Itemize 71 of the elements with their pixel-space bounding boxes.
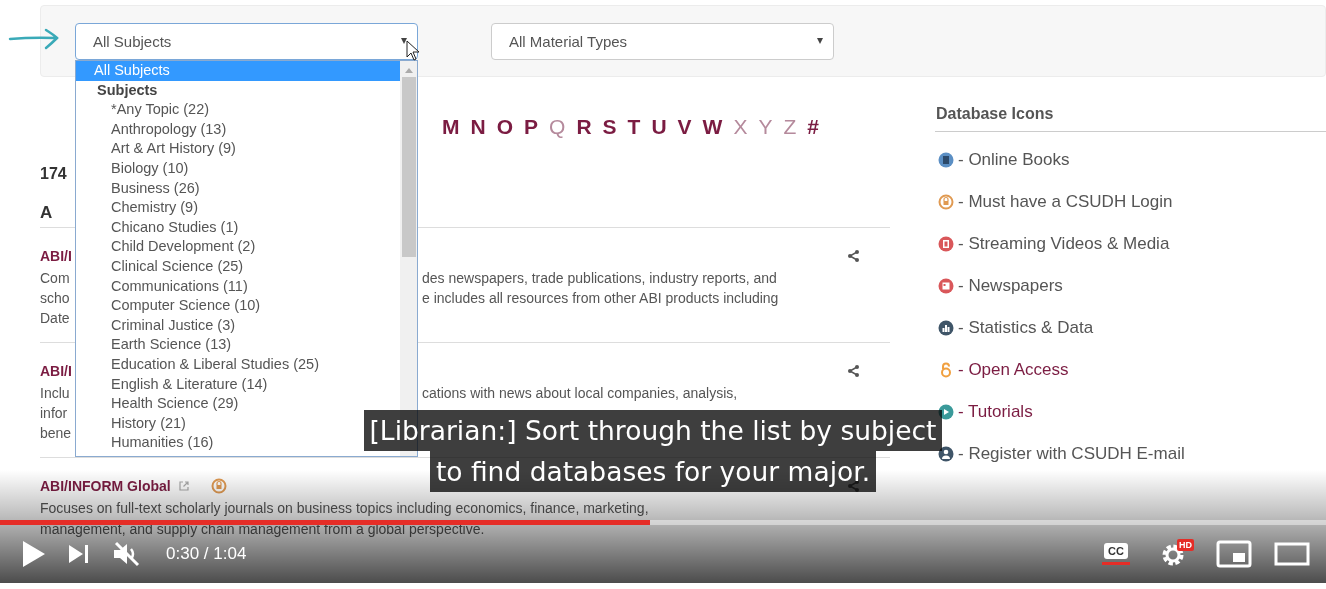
dropdown-option[interactable]: Communications (11) <box>111 276 248 297</box>
dropdown-option[interactable]: English & Literature (14) <box>111 374 268 395</box>
settings-button[interactable]: HD <box>1160 539 1194 569</box>
subject-select[interactable]: All Subjects <box>75 22 418 60</box>
description-fragment: bene <box>40 424 72 443</box>
dropdown-option[interactable]: Clinical Science (25) <box>111 256 244 277</box>
dropdown-option[interactable]: Business (26) <box>111 178 200 199</box>
share-icon[interactable] <box>847 250 860 262</box>
legend-label: - Online Books <box>958 150 1070 170</box>
legend-link[interactable]: - Tutorials <box>958 402 1033 422</box>
dropdown-option[interactable]: Earth Science (13) <box>111 335 232 355</box>
legend-heading: Database Icons <box>935 105 1326 132</box>
database-title-link[interactable]: ABI/INFORM Global <box>40 478 171 494</box>
dropdown-option[interactable]: Health Science (29) <box>111 394 239 414</box>
alphabet-letter-link: Z <box>783 115 797 140</box>
legend-label: - Register with CSUDH E-mail <box>958 444 1185 464</box>
alphabet-letter-link[interactable]: S <box>602 115 617 141</box>
alphabet-letter-link[interactable]: M <box>442 115 460 141</box>
database-description: Focuses on full-text scholarly journals on business topics including economics, finance, marketing, <box>40 499 649 518</box>
arrow-icon <box>8 28 60 50</box>
description-fragment: cations with news about local companies, analysis, <box>422 384 738 403</box>
share-icon[interactable] <box>847 365 860 377</box>
description-fragment: Com <box>40 269 70 288</box>
alphabet-letter-link[interactable]: R <box>576 115 592 141</box>
dropdown-option[interactable]: Humanities (16) <box>111 433 214 453</box>
legend-label: - Statistics & Data <box>958 318 1094 338</box>
alphabet-letter-link[interactable]: V <box>677 115 692 141</box>
next-icon[interactable] <box>68 543 90 565</box>
description-fragment: Date <box>40 309 70 328</box>
dropdown-option[interactable]: Education & Liberal Studies (25) <box>111 354 319 375</box>
video-time: 0:30 / 1:04 <box>166 544 247 564</box>
alphabet-letter-link[interactable]: U <box>651 115 667 141</box>
option-group-label: Subjects <box>96 80 159 100</box>
dropdown-option[interactable]: Child Development (2) <box>111 237 256 257</box>
legend-label: - Newspapers <box>958 276 1063 296</box>
alphabet-letter-link: Y <box>758 115 773 140</box>
dropdown-option[interactable]: Biology (10) <box>111 158 189 179</box>
description-fragment: scho <box>40 289 70 308</box>
dropdown-option[interactable]: History (21) <box>111 413 186 434</box>
section-letter: A <box>40 203 53 224</box>
result-count: 174 <box>40 165 67 184</box>
alphabet-letter-link[interactable]: N <box>470 115 486 141</box>
database-title-link[interactable]: ABI/I <box>40 363 72 379</box>
alphabet-letter-link: X <box>733 115 748 140</box>
dropdown-option[interactable]: Art & Art History (9) <box>111 139 236 159</box>
alphabet-letter-link[interactable]: P <box>524 115 539 141</box>
alphabet-letter-link[interactable]: T <box>627 115 641 141</box>
miniplayer-icon[interactable] <box>1216 540 1252 568</box>
dropdown-option[interactable]: Criminal Justice (3) <box>111 315 236 336</box>
description-fragment: Inclu <box>40 384 70 403</box>
description-fragment: infor <box>40 404 68 423</box>
alphabet-letter-link[interactable]: O <box>496 115 513 141</box>
database-title-link[interactable]: ABI/I <box>40 248 72 264</box>
legend-label: - Must have a CSUDH Login <box>958 192 1173 212</box>
play-icon[interactable] <box>22 540 46 568</box>
alphabet-letter-link[interactable]: W <box>702 115 723 141</box>
alphabet-letter-link[interactable]: # <box>807 115 819 141</box>
dropdown-option[interactable]: Chicano Studies (1) <box>111 217 239 238</box>
description-fragment: des newspapers, trade publications, industry reports, and <box>422 269 777 288</box>
dropdown-option[interactable]: *Any Topic (22) <box>111 100 210 120</box>
alphabet-letter-link: Q <box>549 115 566 140</box>
progress-bar[interactable] <box>0 520 1326 525</box>
description-fragment: e includes all resources from other ABI products including <box>422 289 779 308</box>
theater-mode-icon[interactable] <box>1274 540 1310 568</box>
legend-link[interactable]: - Open Access <box>958 360 1069 380</box>
material-type-select[interactable]: All Material Types <box>491 22 834 60</box>
legend-label: - Streaming Videos & Media <box>958 234 1170 254</box>
dropdown-option[interactable]: Anthropology (13) <box>111 119 227 140</box>
dropdown-option[interactable]: Chemistry (9) <box>111 198 198 218</box>
muted-speaker-icon[interactable] <box>112 540 142 568</box>
dropdown-option[interactable]: Computer Science (10) <box>111 296 261 316</box>
